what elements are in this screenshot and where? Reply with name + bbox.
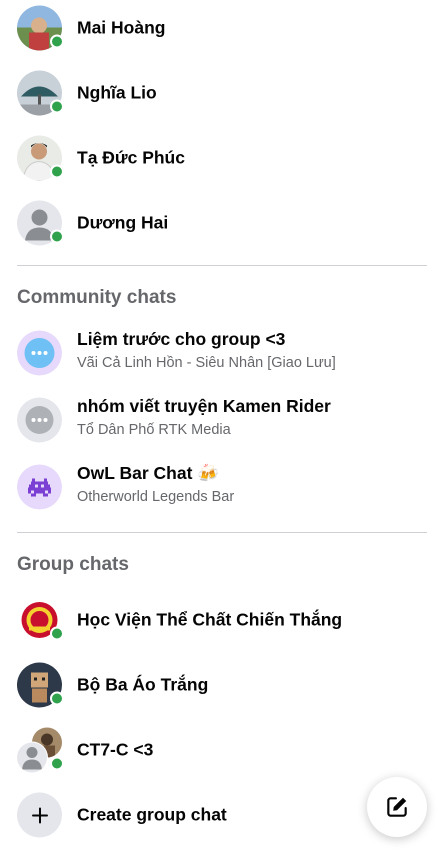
- community-chats-heading: Community chats: [17, 287, 177, 308]
- community-chat-row[interactable]: nhóm viết truyện Kamen Rider Tổ Dân Phố …: [0, 390, 443, 450]
- new-message-button[interactable]: [367, 777, 427, 837]
- plus-icon: [17, 792, 62, 838]
- community-chat-name: OwL Bar Chat 🍻: [77, 463, 220, 483]
- online-indicator: [50, 34, 64, 49]
- avatar: [17, 662, 64, 708]
- avatar: [17, 70, 64, 116]
- online-indicator: [50, 229, 64, 244]
- avatar: [17, 464, 62, 510]
- space-invader-icon: [17, 464, 62, 510]
- contact-row[interactable]: Tạ Đức Phúc: [0, 128, 443, 188]
- avatar: [17, 135, 64, 181]
- avatar: [17, 330, 62, 376]
- avatar: [17, 597, 64, 643]
- community-name: Tổ Dân Phố RTK Media: [77, 422, 231, 438]
- community-chat-name: Liệm trước cho group <3: [77, 329, 286, 349]
- plus-icon-wrapper: [17, 792, 62, 838]
- section-divider: [17, 532, 427, 533]
- contact-row[interactable]: Mai Hoàng: [0, 0, 443, 58]
- create-group-chat-label: Create group chat: [77, 804, 227, 825]
- contact-name: Tạ Đức Phúc: [77, 147, 185, 168]
- avatar: [17, 200, 64, 246]
- online-indicator: [50, 164, 64, 179]
- group-chat-row[interactable]: Bộ Ba Áo Trắng: [0, 655, 443, 715]
- avatar: [17, 397, 62, 443]
- section-divider: [17, 265, 427, 266]
- online-indicator: [50, 756, 64, 771]
- contact-name: Mai Hoàng: [77, 17, 166, 38]
- avatar: [16, 727, 64, 774]
- group-chats-heading: Group chats: [17, 554, 129, 575]
- group-chat-row[interactable]: CT7-C <3: [0, 720, 443, 780]
- chat-bubble-icon: [17, 330, 62, 376]
- contact-row[interactable]: Dương Hai: [0, 193, 443, 253]
- community-name: Vãi Cả Linh Hồn - Siêu Nhân [Giao Lưu]: [77, 355, 336, 371]
- community-name: Otherworld Legends Bar: [77, 489, 235, 505]
- community-chat-row[interactable]: OwL Bar Chat 🍻 Otherworld Legends Bar: [0, 457, 443, 517]
- online-indicator: [50, 626, 64, 641]
- online-indicator: [50, 691, 64, 706]
- contact-name: Nghĩa Lio: [77, 82, 157, 103]
- chat-bubble-icon: [17, 397, 62, 443]
- online-indicator: [50, 99, 64, 114]
- community-chat-name: nhóm viết truyện Kamen Rider: [77, 396, 331, 416]
- avatar: [17, 5, 64, 51]
- group-chat-row[interactable]: Học Viện Thể Chất Chiến Thắng: [0, 590, 443, 650]
- community-chat-row[interactable]: Liệm trước cho group <3 Vãi Cả Linh Hồn …: [0, 323, 443, 383]
- group-chat-name: Bộ Ba Áo Trắng: [77, 674, 209, 695]
- contact-row[interactable]: Nghĩa Lio: [0, 63, 443, 123]
- contact-name: Dương Hai: [77, 212, 169, 233]
- group-chat-name: Học Viện Thể Chất Chiến Thắng: [77, 609, 343, 630]
- group-chat-name: CT7-C <3: [77, 739, 154, 760]
- compose-icon: [387, 797, 407, 817]
